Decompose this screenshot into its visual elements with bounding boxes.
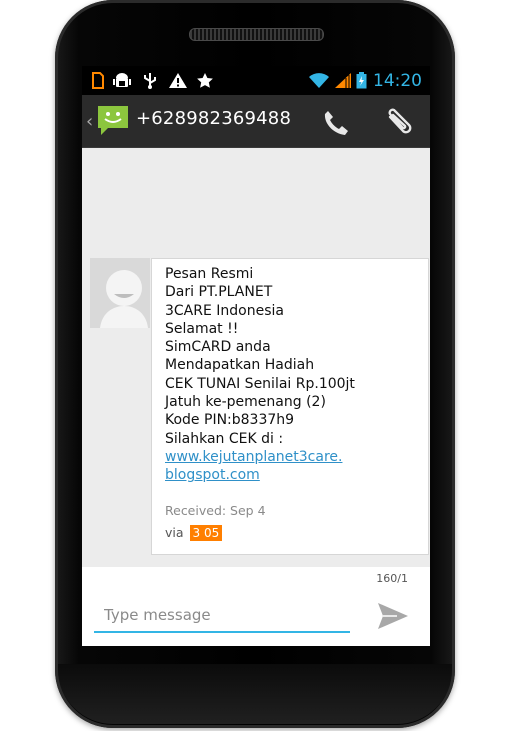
- message-line: Selamat !!: [165, 320, 239, 337]
- message-line: Silahkan CEK di :: [165, 430, 284, 447]
- message-line: 3CARE Indonesia: [165, 302, 284, 319]
- message-bubble[interactable]: Pesan Resmi Dari PT.PLANET 3CARE Indones…: [151, 258, 429, 555]
- character-counter: 160/1: [376, 572, 408, 585]
- message-line: Dari PT.PLANET: [165, 284, 273, 301]
- warning-icon: [169, 73, 187, 88]
- conversation-list[interactable]: Pesan Resmi Dari PT.PLANET 3CARE Indones…: [82, 148, 430, 567]
- back-caret-icon[interactable]: ‹: [86, 111, 93, 132]
- via-label: via: [165, 525, 184, 540]
- message-line: SimCARD anda: [165, 339, 271, 356]
- message-line: Jatuh ke-pemenang (2): [165, 394, 326, 411]
- action-bar: ‹ +628982369488: [82, 95, 430, 148]
- message-link[interactable]: blogspot.com: [165, 466, 425, 484]
- message-line: Kode PIN:b8337h9: [165, 412, 295, 429]
- message-line: CEK TUNAI Senilai Rp.100jt: [165, 375, 355, 392]
- send-icon[interactable]: [376, 599, 410, 633]
- wifi-icon: [309, 73, 329, 88]
- via-row: via 3 05: [165, 525, 223, 541]
- phone-chin: [58, 664, 452, 724]
- message-body: Pesan Resmi Dari PT.PLANET 3CARE Indones…: [165, 265, 425, 485]
- sim-card-icon: [92, 72, 104, 89]
- message-line: Pesan Resmi: [165, 266, 254, 282]
- status-time: 14:20: [373, 71, 422, 91]
- earpiece-speaker: [189, 28, 324, 41]
- phone-call-icon[interactable]: [322, 108, 350, 136]
- attachment-icon[interactable]: [382, 107, 414, 137]
- usb-icon: [144, 73, 156, 89]
- battery-icon: [356, 72, 367, 89]
- compose-area: 160/1: [82, 567, 430, 646]
- sim-badge: 3 05: [189, 525, 223, 541]
- phone-screen: 14:20 ‹ +628982369488 Pesan Resmi Dari P…: [82, 66, 430, 646]
- contact-number[interactable]: +628982369488: [136, 108, 291, 129]
- messaging-app-icon[interactable]: [96, 103, 130, 137]
- received-timestamp: Received: Sep 4: [165, 503, 266, 518]
- signal-icon: [335, 73, 351, 88]
- status-bar: 14:20: [82, 66, 430, 95]
- message-link[interactable]: www.kejutanplanet3care.: [165, 448, 425, 466]
- message-input[interactable]: [94, 599, 350, 633]
- contact-avatar[interactable]: [90, 258, 150, 328]
- star-icon: [197, 73, 213, 88]
- android-debug-icon: [113, 73, 131, 87]
- message-line: Mendapatkan Hadiah: [165, 357, 315, 374]
- default-person-icon: [90, 258, 150, 328]
